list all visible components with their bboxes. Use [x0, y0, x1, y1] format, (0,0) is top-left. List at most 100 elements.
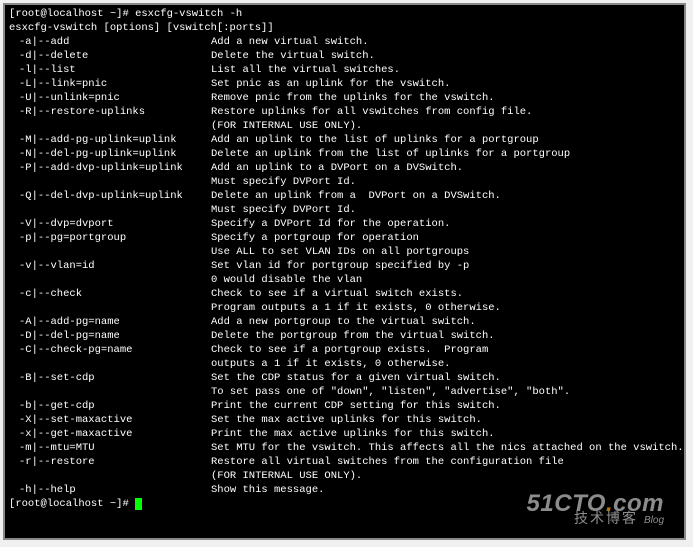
- option-description: Set the max active uplinks for this swit…: [211, 413, 482, 427]
- option-description: Specify a portgroup for operation: [211, 231, 419, 245]
- option-flag: -A|--add-pg=name: [9, 315, 211, 329]
- option-row: -L|--link=pnicSet pnic as an uplink for …: [9, 77, 680, 91]
- option-row: 0 would disable the vlan: [9, 273, 680, 287]
- option-description: List all the virtual switches.: [211, 63, 400, 77]
- option-row: Must specify DVPort Id.: [9, 203, 680, 217]
- option-description: Remove pnic from the uplinks for the vsw…: [211, 91, 495, 105]
- option-description: Delete an uplink from the list of uplink…: [211, 147, 570, 161]
- prompt-user: root@localhost: [15, 8, 103, 20]
- option-description: Delete the virtual switch.: [211, 49, 375, 63]
- option-row: -b|--get-cdpPrint the current CDP settin…: [9, 399, 680, 413]
- option-row: To set pass one of "down", "listen", "ad…: [9, 385, 680, 399]
- option-description: Show this message.: [211, 483, 324, 497]
- option-row: Must specify DVPort Id.: [9, 175, 680, 189]
- option-row: -m|--mtu=MTUSet MTU for the vswitch. Thi…: [9, 441, 680, 455]
- option-row: -Q|--del-dvp-uplink=uplinkDelete an upli…: [9, 189, 680, 203]
- option-description: Add a new virtual switch.: [211, 35, 369, 49]
- option-description: Check to see if a virtual switch exists.: [211, 287, 463, 301]
- option-flag: -x|--get-maxactive: [9, 427, 211, 441]
- option-row: -A|--add-pg=nameAdd a new portgroup to t…: [9, 315, 680, 329]
- option-flag: -C|--check-pg=name: [9, 343, 211, 357]
- option-description: Add an uplink to a DVPort on a DVSwitch.: [211, 161, 463, 175]
- option-flag: -d|--delete: [9, 49, 211, 63]
- cursor: [135, 498, 142, 510]
- option-row: -N|--del-pg-uplink=uplinkDelete an uplin…: [9, 147, 680, 161]
- option-flag: [9, 385, 211, 399]
- option-flag: -v|--vlan=id: [9, 259, 211, 273]
- command-text: esxcfg-vswitch -h: [135, 8, 242, 20]
- option-description: Restore uplinks for all vswitches from c…: [211, 105, 532, 119]
- option-description: Delete an uplink from a DVPort on a DVSw…: [211, 189, 501, 203]
- option-row: -M|--add-pg-uplink=uplinkAdd an uplink t…: [9, 133, 680, 147]
- watermark: 51CTO.com 技术博客Blog: [527, 497, 664, 528]
- option-row: (FOR INTERNAL USE ONLY).: [9, 119, 680, 133]
- option-description: Print the max active uplinks for this sw…: [211, 427, 495, 441]
- option-flag: -r|--restore: [9, 455, 211, 469]
- option-flag: -b|--get-cdp: [9, 399, 211, 413]
- option-row: (FOR INTERNAL USE ONLY).: [9, 469, 680, 483]
- option-flag: [9, 469, 211, 483]
- usage-line: esxcfg-vswitch [options] [vswitch[:ports…: [9, 21, 680, 35]
- option-flag: [9, 357, 211, 371]
- option-row: -D|--del-pg=nameDelete the portgroup fro…: [9, 329, 680, 343]
- option-flag: -N|--del-pg-uplink=uplink: [9, 147, 211, 161]
- option-flag: -V|--dvp=dvport: [9, 217, 211, 231]
- option-flag: [9, 119, 211, 133]
- option-description: Add an uplink to the list of uplinks for…: [211, 133, 539, 147]
- option-row: -P|--add-dvp-uplink=uplinkAdd an uplink …: [9, 161, 680, 175]
- option-description: (FOR INTERNAL USE ONLY).: [211, 469, 362, 483]
- option-flag: -P|--add-dvp-uplink=uplink: [9, 161, 211, 175]
- option-flag: -p|--pg=portgroup: [9, 231, 211, 245]
- option-row: Program outputs a 1 if it exists, 0 othe…: [9, 301, 680, 315]
- option-description: Restore all virtual switches from the co…: [211, 455, 564, 469]
- option-flag: -Q|--del-dvp-uplink=uplink: [9, 189, 211, 203]
- option-description: Delete the portgroup from the virtual sw…: [211, 329, 495, 343]
- option-row: -c|--checkCheck to see if a virtual swit…: [9, 287, 680, 301]
- option-flag: [9, 245, 211, 259]
- option-flag: -M|--add-pg-uplink=uplink: [9, 133, 211, 147]
- option-flag: [9, 301, 211, 315]
- options-list: -a|--addAdd a new virtual switch.-d|--de…: [9, 35, 680, 497]
- option-row: -x|--get-maxactivePrint the max active u…: [9, 427, 680, 441]
- option-row: -X|--set-maxactiveSet the max active upl…: [9, 413, 680, 427]
- option-flag: -L|--link=pnic: [9, 77, 211, 91]
- option-row: -d|--deleteDelete the virtual switch.: [9, 49, 680, 63]
- option-flag: [9, 175, 211, 189]
- option-description: Set MTU for the vswitch. This affects al…: [211, 441, 684, 455]
- option-flag: -R|--restore-uplinks: [9, 105, 211, 119]
- option-flag: -D|--del-pg=name: [9, 329, 211, 343]
- option-flag: -l|--list: [9, 63, 211, 77]
- option-description: outputs a 1 if it exists, 0 otherwise.: [211, 357, 450, 371]
- option-description: To set pass one of "down", "listen", "ad…: [211, 385, 570, 399]
- option-row: -p|--pg=portgroupSpecify a portgroup for…: [9, 231, 680, 245]
- option-row: -U|--unlink=pnicRemove pnic from the upl…: [9, 91, 680, 105]
- option-description: Add a new portgroup to the virtual switc…: [211, 315, 476, 329]
- option-description: Print the current CDP setting for this s…: [211, 399, 501, 413]
- option-description: Must specify DVPort Id.: [211, 203, 356, 217]
- option-flag: [9, 273, 211, 287]
- option-row: -v|--vlan=idSet vlan id for portgroup sp…: [9, 259, 680, 273]
- option-description: Set the CDP status for a given virtual s…: [211, 371, 501, 385]
- option-description: Use ALL to set VLAN IDs on all portgroup…: [211, 245, 469, 259]
- option-row: -B|--set-cdpSet the CDP status for a giv…: [9, 371, 680, 385]
- option-flag: -U|--unlink=pnic: [9, 91, 211, 105]
- option-description: Set vlan id for portgroup specified by -…: [211, 259, 469, 273]
- option-row: -r|--restoreRestore all virtual switches…: [9, 455, 680, 469]
- option-row: -C|--check-pg=nameCheck to see if a port…: [9, 343, 680, 357]
- watermark-logo: 51CTO.com: [527, 497, 664, 511]
- option-flag: -X|--set-maxactive: [9, 413, 211, 427]
- option-flag: -m|--mtu=MTU: [9, 441, 211, 455]
- prompt-user: root@localhost: [15, 498, 103, 510]
- option-description: Set pnic as an uplink for the vswitch.: [211, 77, 450, 91]
- prompt-line-1: [root@localhost ~]# esxcfg-vswitch -h: [9, 7, 680, 21]
- option-row: Use ALL to set VLAN IDs on all portgroup…: [9, 245, 680, 259]
- terminal-window[interactable]: [root@localhost ~]# esxcfg-vswitch -h es…: [3, 3, 686, 540]
- option-row: -R|--restore-uplinksRestore uplinks for …: [9, 105, 680, 119]
- option-flag: -a|--add: [9, 35, 211, 49]
- option-row: outputs a 1 if it exists, 0 otherwise.: [9, 357, 680, 371]
- option-description: Must specify DVPort Id.: [211, 175, 356, 189]
- option-row: -a|--addAdd a new virtual switch.: [9, 35, 680, 49]
- option-description: Program outputs a 1 if it exists, 0 othe…: [211, 301, 501, 315]
- option-flag: -c|--check: [9, 287, 211, 301]
- option-description: (FOR INTERNAL USE ONLY).: [211, 119, 362, 133]
